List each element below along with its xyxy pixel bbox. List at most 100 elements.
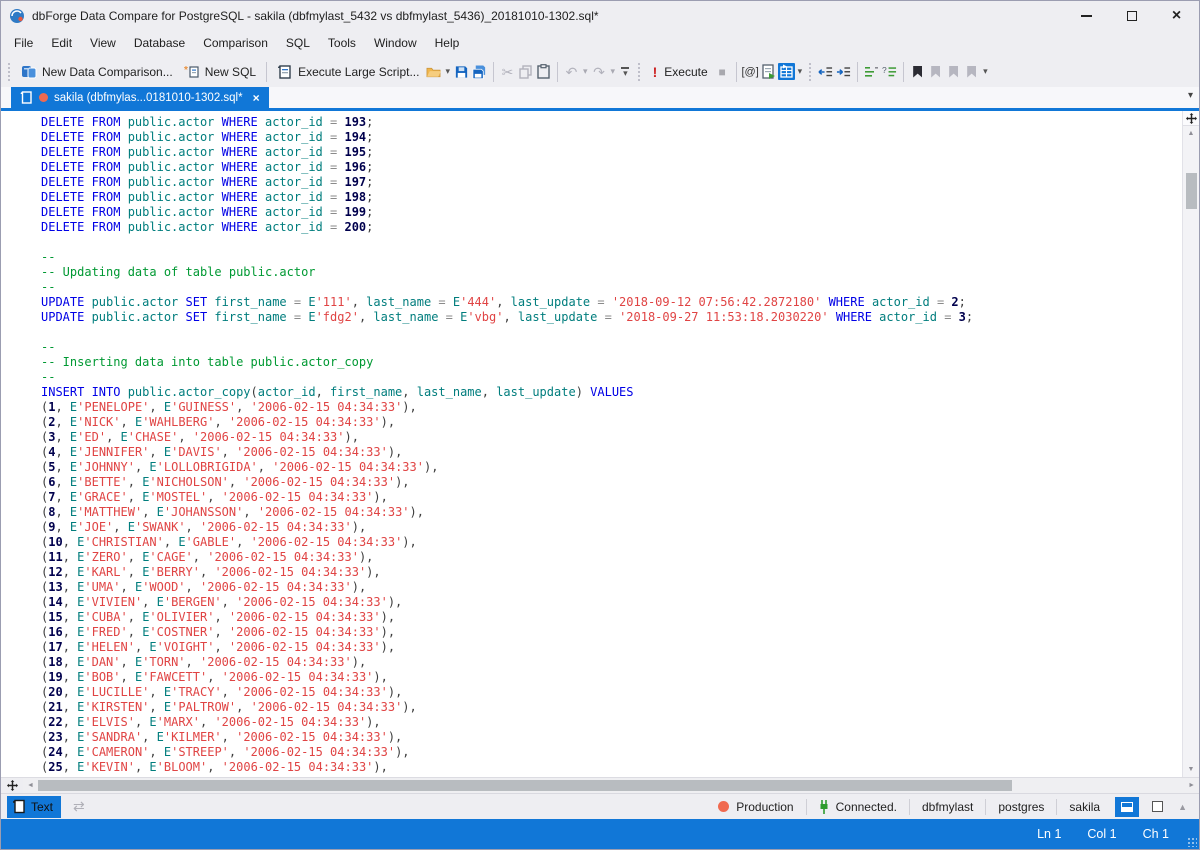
code-line: DELETE FROM public.actor WHERE actor_id … xyxy=(41,205,1182,220)
connection-state-cell[interactable]: Connected. xyxy=(807,794,909,819)
execute-to-grid-button[interactable] xyxy=(778,63,795,80)
stop-execution-button[interactable]: ■ xyxy=(714,63,731,80)
undo-button[interactable]: ↶ xyxy=(563,63,580,80)
toggle-bookmark-button[interactable] xyxy=(909,63,926,80)
menu-item-window[interactable]: Window xyxy=(365,31,426,55)
code-line: (9, E'JOE', E'SWANK', '2006-02-15 04:34:… xyxy=(41,520,1182,535)
database-cell[interactable]: sakila xyxy=(1057,794,1112,819)
close-button[interactable]: × xyxy=(1154,1,1199,30)
edit-parameters-button[interactable]: [@] xyxy=(742,63,759,80)
toolbar-separator xyxy=(493,62,494,82)
text-view-label: Text xyxy=(31,800,53,814)
code-line: -- xyxy=(41,370,1182,385)
minimize-button[interactable] xyxy=(1064,1,1109,30)
main-toolbar: New Data Comparison... * New SQL Execute… xyxy=(1,56,1199,87)
server-label: dbfmylast xyxy=(922,800,973,814)
previous-bookmark-button[interactable] xyxy=(927,63,944,80)
menu-item-help[interactable]: Help xyxy=(426,31,469,55)
toolbar-grip-handle[interactable] xyxy=(637,62,642,82)
paste-button[interactable] xyxy=(535,63,552,80)
bookmarks-dropdown-icon[interactable]: ▾ xyxy=(981,66,990,77)
code-line: DELETE FROM public.actor WHERE actor_id … xyxy=(41,115,1182,130)
sql-editor[interactable]: DELETE FROM public.actor WHERE actor_id … xyxy=(1,111,1182,777)
redo-button[interactable]: ↷ xyxy=(591,63,608,80)
scroll-left-icon[interactable]: ◄ xyxy=(23,782,38,789)
vertical-scrollbar[interactable]: ▲ ▼ xyxy=(1182,111,1199,777)
menu-item-view[interactable]: View xyxy=(81,31,125,55)
scroll-right-icon[interactable]: ► xyxy=(1184,782,1199,789)
vertical-scrollbar-thumb[interactable] xyxy=(1186,173,1197,209)
toolbar-overflow-icon[interactable]: ▾ xyxy=(618,65,633,78)
copy-button[interactable] xyxy=(517,63,534,80)
open-file-dropdown-icon[interactable]: ▾ xyxy=(443,66,452,77)
code-line: (20, E'LUCILLE', E'TRACY', '2006-02-15 0… xyxy=(41,685,1182,700)
swap-sources-icon[interactable]: ⇄ xyxy=(73,798,85,815)
increase-indent-button[interactable] xyxy=(835,63,852,80)
tab-list-dropdown-icon[interactable]: ▾ xyxy=(1188,90,1193,101)
tab-close-icon[interactable]: × xyxy=(249,91,260,105)
new-data-comparison-button[interactable]: New Data Comparison... xyxy=(16,61,178,83)
execute-button[interactable]: ! Execute xyxy=(646,61,713,83)
code-line: DELETE FROM public.actor WHERE actor_id … xyxy=(41,220,1182,235)
next-bookmark-button[interactable] xyxy=(945,63,962,80)
code-line: (13, E'UMA', E'WOOD', '2006-02-15 04:34:… xyxy=(41,580,1182,595)
main-status-bar: Ln 1 Col 1 Ch 1 xyxy=(1,819,1199,849)
toolbar-grip-handle[interactable] xyxy=(808,62,813,82)
redo-dropdown-icon[interactable]: ▾ xyxy=(609,66,618,77)
code-line: (23, E'SANDRA', E'KILMER', '2006-02-15 0… xyxy=(41,730,1182,745)
clear-bookmarks-icon xyxy=(967,66,976,78)
new-sql-label: New SQL xyxy=(205,65,256,79)
toggle-full-view-button[interactable] xyxy=(1145,797,1169,817)
cut-button[interactable]: ✂ xyxy=(499,63,516,80)
h-splitter-handle-icon[interactable] xyxy=(1,778,23,793)
results-mode-dropdown-icon[interactable]: ▾ xyxy=(796,66,805,77)
execute-large-script-button[interactable]: Execute Large Script... xyxy=(272,61,424,83)
close-icon: × xyxy=(1172,8,1181,24)
format-selection-button[interactable]: ? xyxy=(881,63,898,80)
sql-file-icon xyxy=(20,91,33,104)
clear-bookmarks-button[interactable] xyxy=(963,63,980,80)
user-cell[interactable]: postgres xyxy=(986,794,1056,819)
redo-icon: ↷ xyxy=(593,65,605,79)
scroll-up-icon[interactable]: ▲ xyxy=(1188,126,1195,141)
code-line: (11, E'ZERO', E'CAGE', '2006-02-15 04:34… xyxy=(41,550,1182,565)
code-line: -- xyxy=(41,280,1182,295)
vertical-scrollbar-track[interactable] xyxy=(1183,141,1199,762)
code-line: (2, E'NICK', E'WAHLBERG', '2006-02-15 04… xyxy=(41,415,1182,430)
code-line: (8, E'MATTHEW', E'JOHANSSON', '2006-02-1… xyxy=(41,505,1182,520)
horizontal-scrollbar-thumb[interactable] xyxy=(38,780,1012,791)
collapse-panel-icon[interactable]: ▲ xyxy=(1172,802,1193,812)
previous-bookmark-icon xyxy=(931,66,940,78)
splitter-handle-icon[interactable] xyxy=(1183,111,1199,126)
title-bar: dbForge Data Compare for PostgreSQL - sa… xyxy=(1,1,1199,30)
menu-item-sql[interactable]: SQL xyxy=(277,31,319,55)
menu-item-edit[interactable]: Edit xyxy=(42,31,81,55)
tab-sakila-script[interactable]: sakila (dbfmylas...0181010-1302.sql* × xyxy=(11,87,269,108)
code-line: (4, E'JENNIFER', E'DAVIS', '2006-02-15 0… xyxy=(41,445,1182,460)
new-sql-button[interactable]: * New SQL xyxy=(179,61,261,83)
server-cell[interactable]: dbfmylast xyxy=(910,794,985,819)
scroll-down-icon[interactable]: ▼ xyxy=(1188,762,1195,777)
code-line: (19, E'BOB', E'FAWCETT', '2006-02-15 04:… xyxy=(41,670,1182,685)
open-file-button[interactable] xyxy=(425,63,442,80)
menu-item-database[interactable]: Database xyxy=(125,31,194,55)
toolbar-grip-handle[interactable] xyxy=(7,62,12,82)
menu-item-tools[interactable]: Tools xyxy=(319,31,365,55)
horizontal-scrollbar[interactable]: ◄ ► xyxy=(1,777,1199,793)
save-all-button[interactable] xyxy=(471,63,488,80)
text-view-button[interactable]: Text xyxy=(7,796,61,818)
execute-label: Execute xyxy=(664,65,707,79)
undo-dropdown-icon[interactable]: ▾ xyxy=(581,66,590,77)
toggle-results-pane-button[interactable] xyxy=(1115,797,1139,817)
window-resize-grip[interactable] xyxy=(1187,837,1197,847)
menu-item-file[interactable]: File xyxy=(5,31,42,55)
script-document-button[interactable] xyxy=(760,63,777,80)
app-icon xyxy=(9,8,25,24)
menu-item-comparison[interactable]: Comparison xyxy=(194,31,277,55)
format-document-button[interactable] xyxy=(863,63,880,80)
save-button[interactable] xyxy=(453,63,470,80)
environment-category-cell[interactable]: Production xyxy=(706,794,805,819)
horizontal-scrollbar-track[interactable] xyxy=(38,780,1184,791)
maximize-button[interactable] xyxy=(1109,1,1154,30)
decrease-indent-button[interactable] xyxy=(817,63,834,80)
